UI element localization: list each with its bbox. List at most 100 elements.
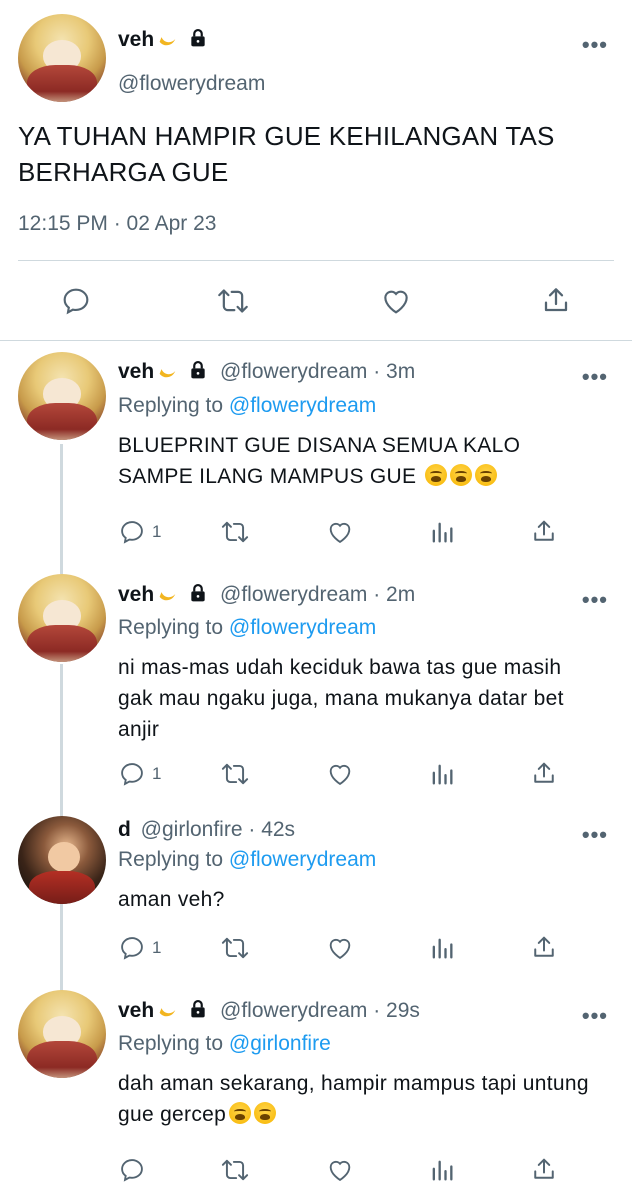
reply-button[interactable]: 1 [118,518,161,546]
views-icon [432,764,453,785]
reply-header: d @girlonfire · 42s [118,818,295,842]
crying-face-icon [450,464,473,486]
crying-face-icon [254,1102,277,1124]
crescent-moon-icon [159,1008,176,1017]
like-button[interactable] [326,518,354,546]
share-button[interactable] [530,759,558,787]
crescent-moon-icon [159,37,176,46]
replying-label: Replying to [118,616,224,639]
author-name[interactable]: veh [118,28,154,51]
views-icon [432,522,453,543]
share-button[interactable] [530,517,558,545]
author-handle[interactable]: @flowerydream [220,999,367,1022]
reply-time[interactable]: · 29s [373,999,420,1022]
retweet-icon [221,937,249,959]
replying-to: Replying to @flowerydream [118,616,376,640]
tweet-timestamp[interactable]: 12:15 PM · 02 Apr 23 [18,212,216,236]
reply-text: dah aman sekarang, hampir mampus tapi un… [118,1068,598,1130]
reply-time[interactable]: · 3m [373,360,415,383]
share-icon [534,1158,554,1179]
reply-button[interactable] [118,1156,146,1184]
share-icon [544,288,568,312]
replying-to: Replying to @girlonfire [118,1032,331,1056]
author-handle[interactable]: @girlonfire [141,818,243,841]
avatar[interactable] [18,574,106,662]
retweet-button[interactable] [220,1156,250,1184]
author-name[interactable]: veh [118,360,154,383]
like-button[interactable] [326,760,354,788]
reply-icon [63,288,89,315]
heart-icon [329,1161,351,1182]
heart-icon [329,765,351,786]
replying-to-link[interactable]: @girlonfire [229,1032,331,1055]
views-button[interactable] [428,934,456,962]
avatar[interactable] [18,816,106,904]
more-icon[interactable]: ••• [582,822,608,848]
thread-line [60,444,63,574]
more-icon[interactable]: ••• [582,1003,608,1029]
share-button[interactable] [530,933,558,961]
more-icon[interactable]: ••• [582,364,608,390]
share-icon [534,520,554,541]
reply-count: 1 [152,522,162,541]
heart-icon [329,939,351,960]
retweet-icon [218,289,248,313]
divider [0,340,632,341]
retweet-icon [221,1159,249,1181]
crescent-moon-icon [159,592,176,601]
retweet-button[interactable] [220,760,250,788]
reply-button[interactable] [60,285,92,317]
replying-to-link[interactable]: @flowerydream [229,848,376,871]
reply-count: 1 [152,764,162,783]
reply-button[interactable]: 1 [118,760,161,788]
lock-icon [191,584,205,602]
author-handle[interactable]: @flowerydream [118,72,265,96]
author-handle[interactable]: @flowerydream [220,360,367,383]
more-icon[interactable]: ••• [582,587,608,613]
crying-face-icon [425,464,448,486]
more-icon[interactable]: ••• [582,32,608,58]
lock-icon [191,29,205,47]
avatar[interactable] [18,352,106,440]
reply-icon [121,763,143,786]
replying-to: Replying to @flowerydream [118,848,376,872]
reply-button[interactable]: 1 [118,934,161,962]
divider [18,260,614,261]
replying-to-link[interactable]: @flowerydream [229,394,376,417]
reply-time[interactable]: · 2m [373,583,415,606]
replying-to-link[interactable]: @flowerydream [229,616,376,639]
views-button[interactable] [428,1156,456,1184]
retweet-icon [221,763,249,785]
views-icon [432,938,453,959]
author-name[interactable]: veh [118,999,154,1022]
reply-text: BLUEPRINT GUE DISANA SEMUA KALO SAMPE IL… [118,430,598,492]
lock-icon [191,361,205,379]
author-handle[interactable]: @flowerydream [220,583,367,606]
retweet-button[interactable] [216,285,250,317]
views-button[interactable] [428,760,456,788]
replying-label: Replying to [118,394,224,417]
avatar-main[interactable] [18,14,106,102]
like-button[interactable] [326,934,354,962]
retweet-button[interactable] [220,518,250,546]
reply-header: veh @flowerydream · 29s [118,999,420,1023]
share-icon [534,762,554,783]
reply-header: veh @flowerydream · 3m [118,360,415,384]
author-name[interactable]: d [118,818,131,841]
reply-time[interactable]: · 42s [248,818,295,841]
reply-text: aman veh? [118,888,225,911]
retweet-button[interactable] [220,934,250,962]
like-button[interactable] [326,1156,354,1184]
share-button[interactable] [530,1155,558,1183]
views-button[interactable] [428,518,456,546]
share-button[interactable] [540,284,572,316]
avatar[interactable] [18,990,106,1078]
main-author[interactable]: veh [118,28,208,52]
reply-icon [121,521,143,544]
crying-face-icon [229,1102,252,1124]
heart-icon [329,523,351,544]
reply-header: veh @flowerydream · 2m [118,583,415,607]
share-icon [534,936,554,957]
author-name[interactable]: veh [118,583,154,606]
like-button[interactable] [380,285,412,317]
